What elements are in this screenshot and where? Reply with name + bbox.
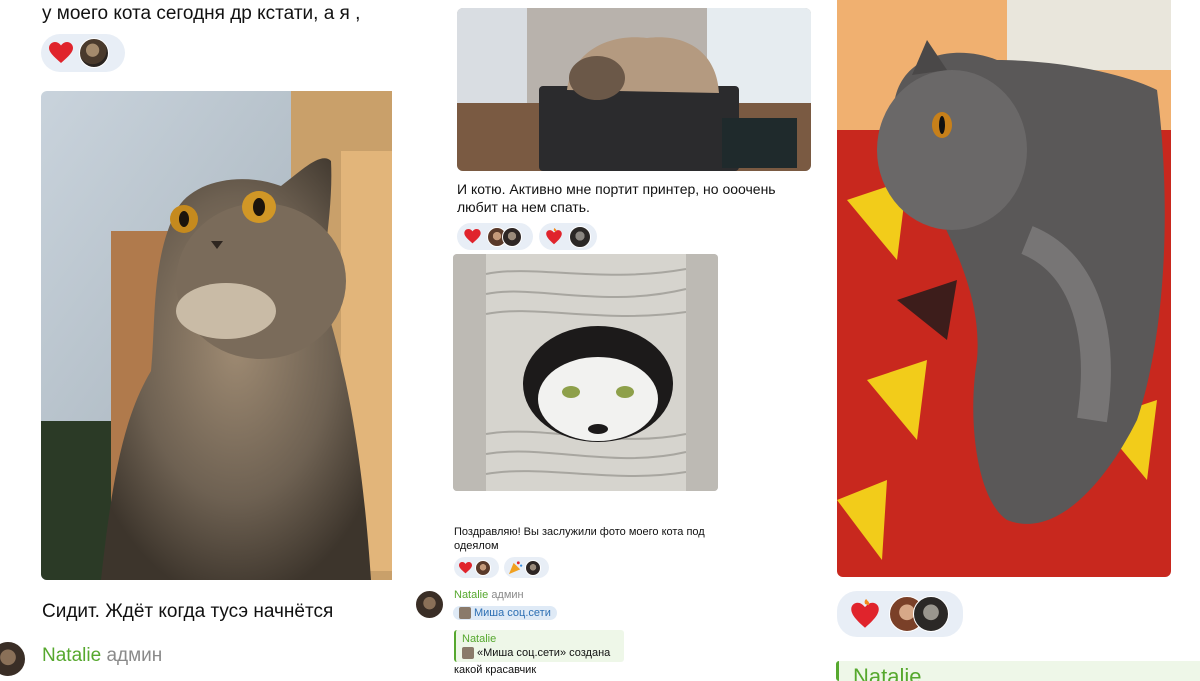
avatar [475, 559, 491, 576]
cat-on-blanket-photo[interactable] [837, 0, 1171, 577]
reply-author: Natalie [462, 633, 497, 645]
col1-caption-bottom: Сидит. Ждёт когда тусэ начнётся [42, 601, 334, 622]
author-name: Natalie [853, 664, 922, 681]
heart-reaction-icon [457, 561, 473, 574]
heart-reaction-icon [461, 229, 483, 244]
col2-reaction-pill-2[interactable] [539, 223, 597, 250]
heart-on-fire-reaction-icon [845, 599, 885, 629]
avatar [569, 225, 591, 248]
col2-last-line: какой красавчик [454, 664, 537, 676]
cat-icon [462, 647, 474, 659]
avatar [525, 559, 541, 576]
reply-text: «Миша соц.сети» создана [477, 647, 611, 659]
col3-reaction-pill[interactable] [837, 591, 963, 637]
col2-reaction-pill-4[interactable] [504, 557, 549, 578]
author-name[interactable]: Natalie [454, 589, 488, 601]
col2-caption: И котю. Активно мне портит принтер, но о… [457, 181, 776, 215]
cat-under-blanket-photo[interactable] [453, 254, 718, 491]
topic-tag-label: Миша соц.сети [474, 607, 551, 619]
col3-reply-preview[interactable]: Natalie [836, 661, 1200, 681]
avatar [913, 596, 949, 632]
author-avatar[interactable] [0, 641, 26, 677]
heart-on-fire-reaction-icon [543, 228, 565, 245]
col1-caption-top: у моего кота сегодня др кстати, а я , [42, 3, 361, 24]
cat-icon [459, 607, 471, 619]
author-avatar[interactable] [415, 590, 444, 619]
col1-reaction-pill[interactable] [41, 34, 125, 72]
author-role: админ [106, 645, 163, 666]
col2-author-line: Natalie админ [454, 589, 524, 601]
avatar [502, 226, 522, 247]
author-name[interactable]: Natalie [42, 645, 101, 666]
col2-reaction-pill-3[interactable] [454, 557, 499, 578]
cat-photo-1[interactable] [41, 91, 392, 580]
col1-author-line: Natalie админ [42, 645, 162, 667]
party-reaction-icon [507, 560, 523, 575]
topic-tag[interactable]: Миша соц.сети [453, 606, 557, 624]
col2-caption-2: Поздравляю! Вы заслужили фото моего кота… [454, 526, 705, 552]
cat-on-printer-photo[interactable] [457, 8, 811, 171]
author-role: админ [491, 589, 524, 601]
reply-quote[interactable]: Natalie «Миша соц.сети» создана [454, 630, 624, 662]
heart-reaction-icon [47, 42, 75, 64]
avatar [79, 38, 109, 68]
col2-reaction-pill-1[interactable] [457, 223, 533, 250]
